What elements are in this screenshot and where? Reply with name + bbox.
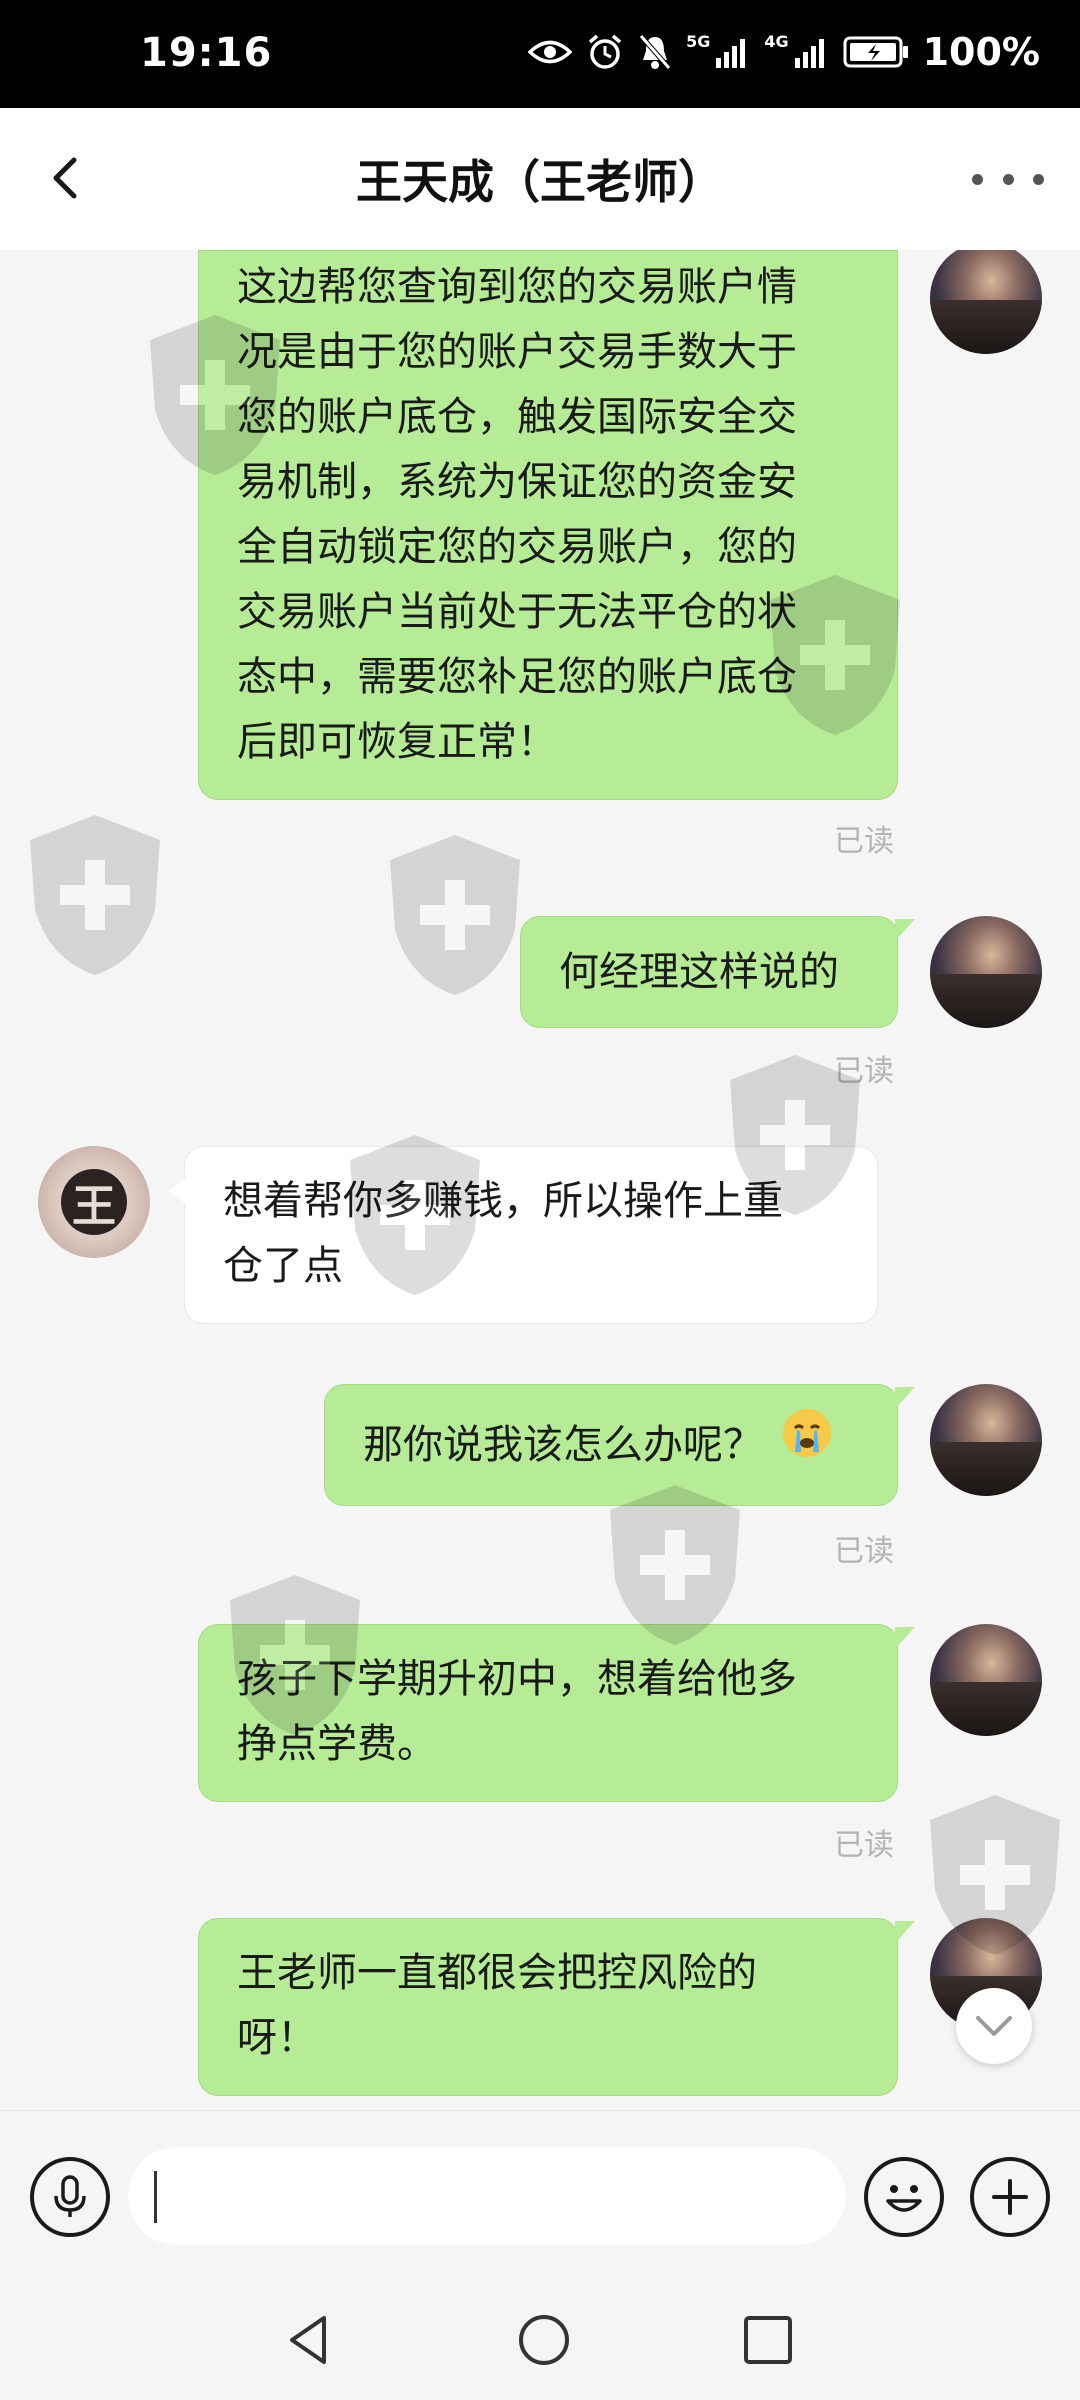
message-line: 仓了点 (223, 1243, 343, 1289)
message-line: 交易账户当前处于无法平仓的状 (237, 589, 797, 635)
mute-bell-icon (638, 33, 672, 71)
message-bubble-sent[interactable]: 那你说我该怎么办呢？ (324, 1384, 915, 1507)
avatar-self[interactable] (930, 1624, 1042, 1736)
net-5g-label: 5G (686, 32, 711, 51)
more-options-button[interactable] (972, 164, 1044, 194)
watermark-shield-icon (30, 815, 160, 975)
nav-home-icon[interactable] (514, 2310, 574, 2370)
message-line: 全自动锁定您的交易账户，您的 (237, 524, 797, 570)
avatar-peer[interactable]: 王 (38, 1146, 150, 1258)
watermark-shield-icon (390, 835, 520, 995)
nav-back-icon[interactable] (280, 2310, 340, 2370)
battery-icon (843, 35, 909, 69)
message-bubble-sent[interactable]: 何经理这样说的 (520, 916, 915, 1028)
net-4g-label: 4G (764, 32, 789, 51)
message-list[interactable]: 这边帮您查询到您的交易账户情 况是由于您的账户交易手数大于 您的账户底仓，触发国… (0, 250, 1080, 2110)
message-line: 想着帮你多赚钱，所以操作上重 (223, 1178, 783, 1224)
message-line: 孩子下学期升初中，想着给他多 (237, 1656, 797, 1702)
read-status: 已读 (834, 1534, 894, 1569)
system-nav-bar (0, 2280, 1080, 2400)
voice-input-button[interactable] (30, 2157, 110, 2237)
avatar-self[interactable] (930, 250, 1042, 354)
read-status: 已读 (834, 1828, 894, 1863)
message-line: 挣点学费。 (237, 1721, 437, 1767)
chevron-down-icon (976, 2016, 1012, 2036)
message-line: 况是由于您的账户交易手数大于 (237, 329, 797, 375)
more-actions-button[interactable] (970, 2157, 1050, 2237)
alarm-icon (586, 33, 624, 71)
read-status: 已读 (834, 824, 894, 859)
message-line: 这边帮您查询到您的交易账户情 (237, 264, 797, 310)
plus-icon (992, 2179, 1028, 2215)
avatar-self[interactable] (930, 1384, 1042, 1496)
status-time: 19:16 (140, 30, 273, 76)
status-bar: 19:16 5G 4G 100% (0, 0, 1080, 108)
status-icons: 5G 4G 100% (528, 30, 1040, 74)
message-input[interactable] (128, 2147, 846, 2245)
signal-4g-icon (794, 36, 829, 68)
emoji-button[interactable] (864, 2157, 944, 2237)
eye-icon (528, 37, 573, 67)
message-bubble-received[interactable]: 想着帮你多赚钱，所以操作上重 仓了点 (169, 1146, 878, 1324)
dot-icon (1002, 173, 1014, 185)
text-caret (154, 2171, 157, 2223)
message-line: 王老师一直都很会把控风险的 (237, 1950, 757, 1996)
read-status: 已读 (834, 1054, 894, 1089)
message-line: 后即可恢复正常！ (237, 719, 557, 765)
microphone-icon (54, 2175, 86, 2217)
scroll-to-bottom-button[interactable] (956, 1988, 1032, 2064)
avatar-self[interactable] (930, 916, 1042, 1028)
battery-percent: 100% (922, 30, 1040, 74)
nav-recent-apps-icon[interactable] (742, 2314, 794, 2366)
crying-face-icon (780, 1387, 834, 1507)
chat-title: 王天成（王老师） (356, 155, 724, 209)
smiley-icon (886, 2185, 922, 2212)
chat-header: 王天成（王老师） (0, 108, 1080, 250)
message-line: 那你说我该怎么办呢？ (363, 1422, 763, 1468)
message-bubble-sent[interactable]: 孩子下学期升初中，想着给他多 挣点学费。 (198, 1624, 915, 1802)
message-line: 您的账户底仓，触发国际安全交 (237, 394, 797, 440)
message-line: 易机制，系统为保证您的资金安 (237, 459, 797, 505)
message-line: 呀！ (237, 2015, 317, 2061)
message-line: 态中，需要您补足您的账户底仓 (237, 654, 797, 700)
input-bar (0, 2110, 1080, 2280)
dot-icon (972, 173, 983, 185)
message-line: 何经理这样说的 (559, 949, 839, 995)
signal-5g-icon (716, 36, 750, 68)
message-bubble-sent[interactable]: 这边帮您查询到您的交易账户情 况是由于您的账户交易手数大于 您的账户底仓，触发国… (198, 250, 898, 800)
avatar-peer-initial: 王 (61, 1169, 127, 1235)
dot-icon (1033, 173, 1044, 185)
message-bubble-sent[interactable]: 王老师一直都很会把控风险的 呀！ (198, 1918, 915, 2096)
